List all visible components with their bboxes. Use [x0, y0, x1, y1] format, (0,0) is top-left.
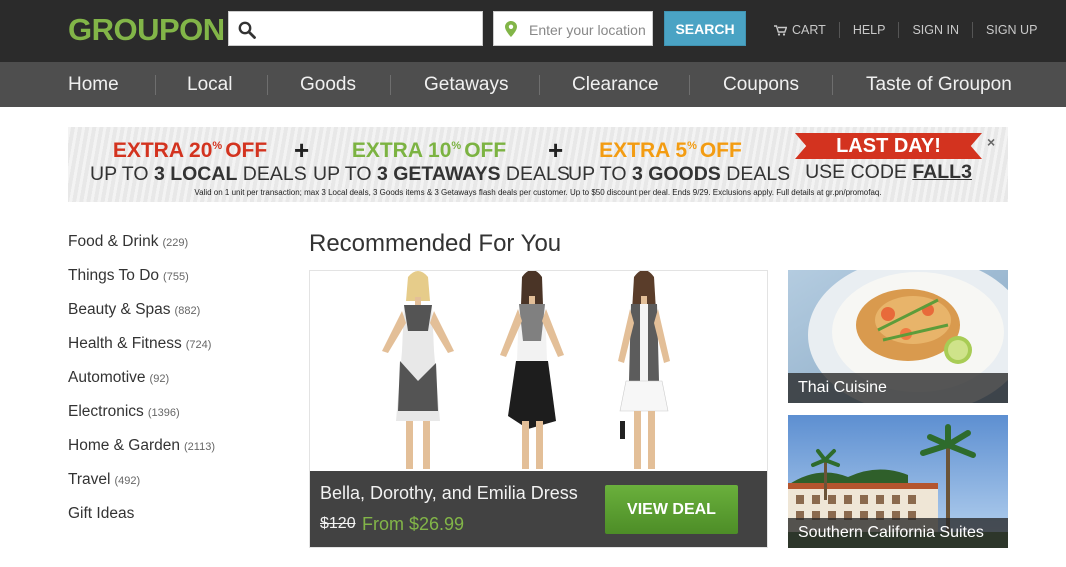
close-icon[interactable]: ×	[987, 134, 995, 150]
side-deal-thai-cuisine[interactable]: Thai Cuisine	[788, 270, 1008, 403]
search-button[interactable]: SEARCH	[664, 11, 746, 46]
offer-headline: EXTRA 5% OFF	[599, 139, 742, 162]
location-placeholder: Enter your location	[529, 22, 646, 38]
account-links: CART HELP SIGN IN SIGN UP	[774, 22, 1037, 38]
sign-up-link[interactable]: SIGN UP	[972, 22, 1037, 38]
promo-banner[interactable]: EXTRA 20% OFF UP TO 3 LOCAL DEALS + EXTRA…	[68, 127, 1008, 202]
search-icon	[238, 21, 256, 39]
nav-coupons[interactable]: Coupons	[723, 62, 799, 107]
nav-clearance[interactable]: Clearance	[572, 62, 659, 107]
deal-info-overlay: Bella, Dorothy, and Emilia Dress $120 Fr…	[310, 471, 767, 547]
side-deal-label: Southern California Suites	[788, 518, 1008, 548]
offer-subline: UP TO 3 GOODS DEALS	[568, 163, 791, 185]
last-day-ribbon: LAST DAY!	[795, 133, 982, 159]
featured-deal-card[interactable]: Bella, Dorothy, and Emilia Dress $120 Fr…	[309, 270, 768, 548]
category-beauty-spas[interactable]: Beauty & Spas (882)	[68, 301, 288, 335]
view-deal-button[interactable]: VIEW DEAL	[605, 485, 738, 534]
location-input[interactable]: Enter your location	[493, 11, 653, 46]
nav-goods[interactable]: Goods	[300, 62, 356, 107]
category-sidebar: Food & Drink (229) Things To Do (755) Beau…	[68, 233, 288, 539]
fine-print: Valid on 1 unit per transaction; max 3 L…	[194, 188, 882, 197]
sign-in-link[interactable]: SIGN IN	[898, 22, 972, 38]
groupon-logo[interactable]: GROUPON	[68, 12, 225, 48]
category-things-to-do[interactable]: Things To Do (755)	[68, 267, 288, 301]
nav-divider	[689, 75, 690, 95]
search-input[interactable]	[228, 11, 483, 46]
section-title: Recommended For You	[309, 230, 562, 257]
offer-headline: EXTRA 20% OFF	[112, 139, 268, 162]
category-home-garden[interactable]: Home & Garden (2113)	[68, 437, 288, 471]
original-price: $120	[320, 515, 356, 532]
offer-headline: EXTRA 10% OFF	[351, 139, 507, 162]
dress-models-image	[310, 271, 767, 471]
plus-sign: +	[548, 135, 564, 165]
offer-goods: EXTRA 5% OFF UP TO 3 GOODS DEALS	[568, 134, 791, 185]
nav-divider	[155, 75, 156, 95]
offer-local: EXTRA 20% OFF UP TO 3 LOCAL DEALS	[90, 134, 307, 185]
nav-local[interactable]: Local	[187, 62, 232, 107]
help-link[interactable]: HELP	[838, 22, 899, 38]
main-nav: Home Local Goods Getaways Clearance Coup…	[0, 62, 1066, 107]
side-deal-label: Thai Cuisine	[788, 373, 1008, 403]
top-bar: GROUPON Enter your location SEARCH CART …	[0, 0, 1066, 62]
plus-sign: +	[294, 135, 310, 165]
cart-link[interactable]: CART	[774, 22, 839, 38]
nav-divider	[832, 75, 833, 95]
category-travel[interactable]: Travel (492)	[68, 471, 288, 505]
nav-divider	[390, 75, 391, 95]
offer-getaways: EXTRA 10% OFF UP TO 3 GETAWAYS DEALS	[313, 134, 570, 185]
nav-divider	[267, 75, 268, 95]
offer-subline: UP TO 3 GETAWAYS DEALS	[313, 163, 570, 185]
category-electronics[interactable]: Electronics (1396)	[68, 403, 288, 437]
category-health-fitness[interactable]: Health & Fitness (724)	[68, 335, 288, 369]
category-automotive[interactable]: Automotive (92)	[68, 369, 288, 403]
cart-label: CART	[792, 23, 826, 37]
nav-home[interactable]: Home	[68, 62, 119, 107]
category-gift-ideas[interactable]: Gift Ideas	[68, 505, 288, 539]
location-pin-icon	[505, 21, 517, 37]
sale-price: From $26.99	[362, 514, 465, 534]
deal-title[interactable]: Bella, Dorothy, and Emilia Dress	[320, 483, 578, 504]
side-deal-southern-california-suites[interactable]: Southern California Suites	[788, 415, 1008, 548]
nav-divider	[539, 75, 540, 95]
offer-subline: UP TO 3 LOCAL DEALS	[90, 163, 307, 185]
category-food-drink[interactable]: Food & Drink (229)	[68, 233, 288, 267]
cart-icon	[774, 24, 787, 36]
promo-code: USE CODE FALL3	[805, 161, 972, 183]
nav-getaways[interactable]: Getaways	[424, 62, 508, 107]
nav-taste-of-groupon[interactable]: Taste of Groupon	[866, 62, 1012, 107]
